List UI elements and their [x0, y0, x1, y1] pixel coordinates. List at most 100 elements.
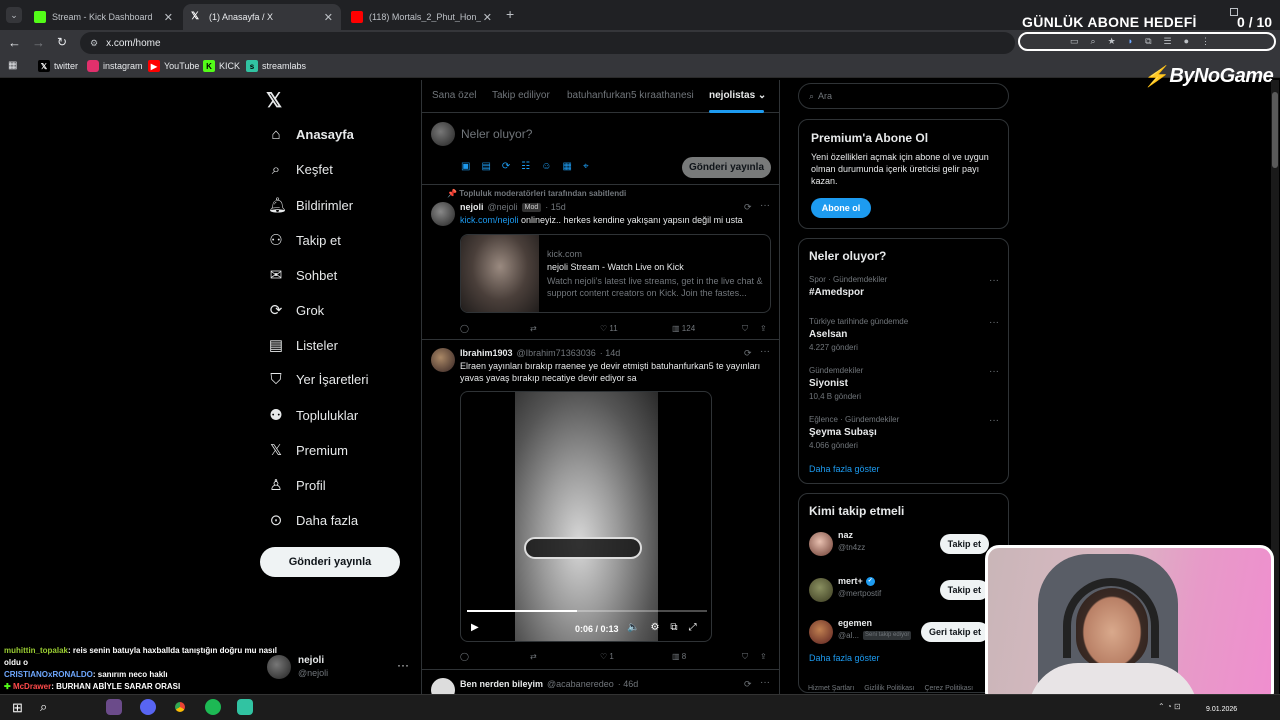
like-button[interactable]: ♡ 1 — [600, 652, 614, 661]
more-dots-icon[interactable]: ··· — [989, 275, 999, 286]
back-arrow-icon[interactable]: ← — [8, 35, 21, 50]
video-progress-track[interactable] — [467, 610, 707, 612]
gif-icon[interactable]: ▤ — [481, 161, 490, 172]
puzzle-icon[interactable]: ⧉ — [1145, 36, 1151, 47]
link-card[interactable]: kick.com nejoli Stream - Watch Live on K… — [460, 234, 771, 313]
compose-post-button[interactable]: Gönderi yayınla — [682, 157, 771, 178]
footer-link[interactable]: Çerez Politikası — [924, 685, 973, 692]
more-dots-icon[interactable]: ··· — [397, 658, 409, 672]
more-dots-icon[interactable]: ··· — [989, 317, 999, 328]
follow-suggestion[interactable]: egemen @al... Seni takip ediyor Geri takip … — [809, 618, 999, 648]
image-icon[interactable]: ▣ — [461, 161, 470, 172]
chrome-icon[interactable] — [172, 699, 188, 715]
retweet-button[interactable]: ⇄ — [530, 652, 537, 661]
taskbar-app-icon[interactable] — [106, 699, 122, 715]
trend-item[interactable]: Spor · Gündemdekiler #Amedspor ··· — [809, 275, 999, 301]
bookmark-youtube[interactable]: ▶ YouTube — [148, 60, 199, 72]
subscribe-button[interactable]: Abone ol — [811, 198, 871, 218]
nav-item-11[interactable]: ⊙ Daha fazla — [268, 511, 358, 529]
tab-nejolistas[interactable]: nejolistas ⌄ — [709, 90, 766, 101]
profile-avatar-icon[interactable]: ● — [1184, 36, 1189, 47]
menu-dots-icon[interactable]: ⋮ — [1201, 36, 1210, 47]
tweet[interactable]: Ben nerden bileyim @acabaneredeo · 46d ⟳… — [422, 670, 779, 694]
x-logo-icon[interactable]: 𝕏 — [266, 88, 282, 113]
trend-item[interactable]: Gündemdekiler Siyonist 10,4 B gönderi ··· — [809, 366, 999, 401]
nav-item-1[interactable]: ⌕ Keşfet — [268, 161, 333, 178]
avatar[interactable] — [431, 678, 455, 694]
bookmark-button[interactable]: ⛉ — [742, 324, 748, 334]
search-icon[interactable]: ⌕ — [40, 699, 47, 715]
trend-item[interactable]: Türkiye tarihinde gündemde Aselsan 4.227 g… — [809, 317, 999, 352]
more-dots-icon[interactable]: ··· — [760, 200, 770, 211]
close-icon[interactable]: ✕ — [164, 11, 173, 24]
show-more-link[interactable]: Daha fazla göster — [809, 464, 880, 474]
trend-item[interactable]: Eğlence · Gündemdekiler Şeyma Subaşı 4.066… — [809, 415, 999, 450]
play-icon[interactable]: ▶ — [471, 622, 479, 633]
nav-item-8[interactable]: ⚉ Topluluklar — [268, 406, 358, 424]
follow-suggestion[interactable]: mert+ ✓ @mertpostif Takip et — [809, 576, 999, 606]
nav-item-0[interactable]: ⌂ Anasayfa — [268, 126, 353, 143]
share-button[interactable]: ⇪ — [760, 324, 767, 333]
like-button[interactable]: ♡ 11 — [600, 324, 618, 333]
windows-start-icon[interactable]: ⊞ — [12, 700, 23, 716]
new-tab-button[interactable]: + — [506, 6, 514, 22]
tab-for-you[interactable]: Sana özel — [432, 90, 476, 101]
site-info-icon[interactable]: ⚙ — [90, 38, 98, 49]
tab-following[interactable]: Takip ediliyor — [492, 90, 550, 101]
reply-button[interactable]: ◯ — [460, 652, 469, 661]
bookmark-twitter[interactable]: 𝕏 twitter — [38, 60, 78, 72]
avatar[interactable] — [809, 578, 833, 602]
spotify-icon[interactable] — [205, 699, 221, 715]
streamlabs-icon[interactable] — [237, 699, 253, 715]
compose-input[interactable]: Neler oluyor? — [461, 127, 532, 141]
nav-item-5[interactable]: ⟳ Grok — [268, 301, 324, 319]
window-minimize-button[interactable] — [1200, 6, 1210, 8]
more-dots-icon[interactable]: ··· — [989, 366, 999, 377]
follow-button[interactable]: Takip et — [939, 580, 989, 600]
scrollbar-thumb[interactable] — [1272, 92, 1278, 168]
nav-item-9[interactable]: 𝕏 Premium — [268, 441, 348, 459]
avatar[interactable] — [809, 532, 833, 556]
fullscreen-icon[interactable]: ⤢ — [689, 622, 697, 633]
avatar[interactable] — [431, 348, 455, 372]
discord-icon[interactable] — [140, 699, 156, 715]
reply-button[interactable]: ◯ — [460, 324, 469, 333]
reload-icon[interactable]: ↻ — [57, 35, 67, 49]
bookmark-button[interactable]: ⛉ — [742, 652, 748, 662]
nav-item-6[interactable]: ▤ Listeler — [268, 336, 338, 354]
nav-item-4[interactable]: ✉ Sohbet — [268, 266, 338, 284]
tab-x-home[interactable]: 𝕏 (1) Anasayfa / X ✕ — [183, 4, 341, 30]
apps-grid-icon[interactable]: ▦ — [8, 60, 17, 71]
schedule-icon[interactable]: ▦ — [562, 161, 571, 172]
bookmark-kick[interactable]: K KICK — [203, 60, 240, 72]
tab-search-button[interactable]: ⌄ — [6, 7, 22, 23]
tab-community[interactable]: batuhanfurkan5 kıraathanesi — [567, 90, 694, 101]
bookmark-instagram[interactable]: instagram — [87, 60, 143, 72]
tweet-link[interactable]: kick.com/nejoli — [460, 215, 519, 225]
extension-streamlabs-icon[interactable]: ◗ — [1128, 36, 1133, 47]
show-more-link[interactable]: Daha fazla göster — [809, 653, 880, 663]
nav-item-10[interactable]: ♙ Profil — [268, 476, 325, 494]
tweet[interactable]: Ibrahim1903 @Ibrahim71363036 · 14d ⟳ ···… — [422, 340, 779, 670]
share-button[interactable]: ⇪ — [760, 652, 767, 661]
close-icon[interactable]: ✕ — [483, 11, 492, 24]
mute-icon[interactable]: 🔈 — [627, 622, 639, 633]
avatar[interactable] — [431, 202, 455, 226]
grok-icon[interactable]: ⟳ — [744, 348, 752, 359]
follow-suggestion[interactable]: naz @tn4zz Takip et — [809, 530, 999, 560]
settings-icon[interactable]: ⚙ — [650, 622, 659, 633]
video-player[interactable]: ▶ 0:06 / 0:13 🔈 ⚙ ⧉ ⤢ — [460, 391, 712, 642]
retweet-button[interactable]: ⇄ — [530, 324, 537, 333]
forward-arrow-icon[interactable]: → — [32, 35, 45, 50]
close-icon[interactable]: ✕ — [324, 11, 333, 24]
search-box[interactable]: ⌕ Ara — [798, 83, 1009, 109]
views-button[interactable]: ▥ 8 — [672, 652, 686, 661]
nav-item-3[interactable]: ⚇ Takip et — [268, 231, 341, 249]
footer-link[interactable]: Hizmet Şartları — [808, 685, 854, 692]
nav-item-7[interactable]: ⛉ Yer İşaretleri — [268, 371, 368, 388]
location-icon[interactable]: ⌖ — [583, 161, 589, 172]
more-dots-icon[interactable]: ··· — [989, 415, 999, 426]
follow-button[interactable]: Geri takip et — [920, 622, 989, 642]
zoom-icon[interactable]: ⌕ — [1091, 36, 1096, 47]
grok-icon[interactable]: ⟳ — [502, 161, 510, 172]
